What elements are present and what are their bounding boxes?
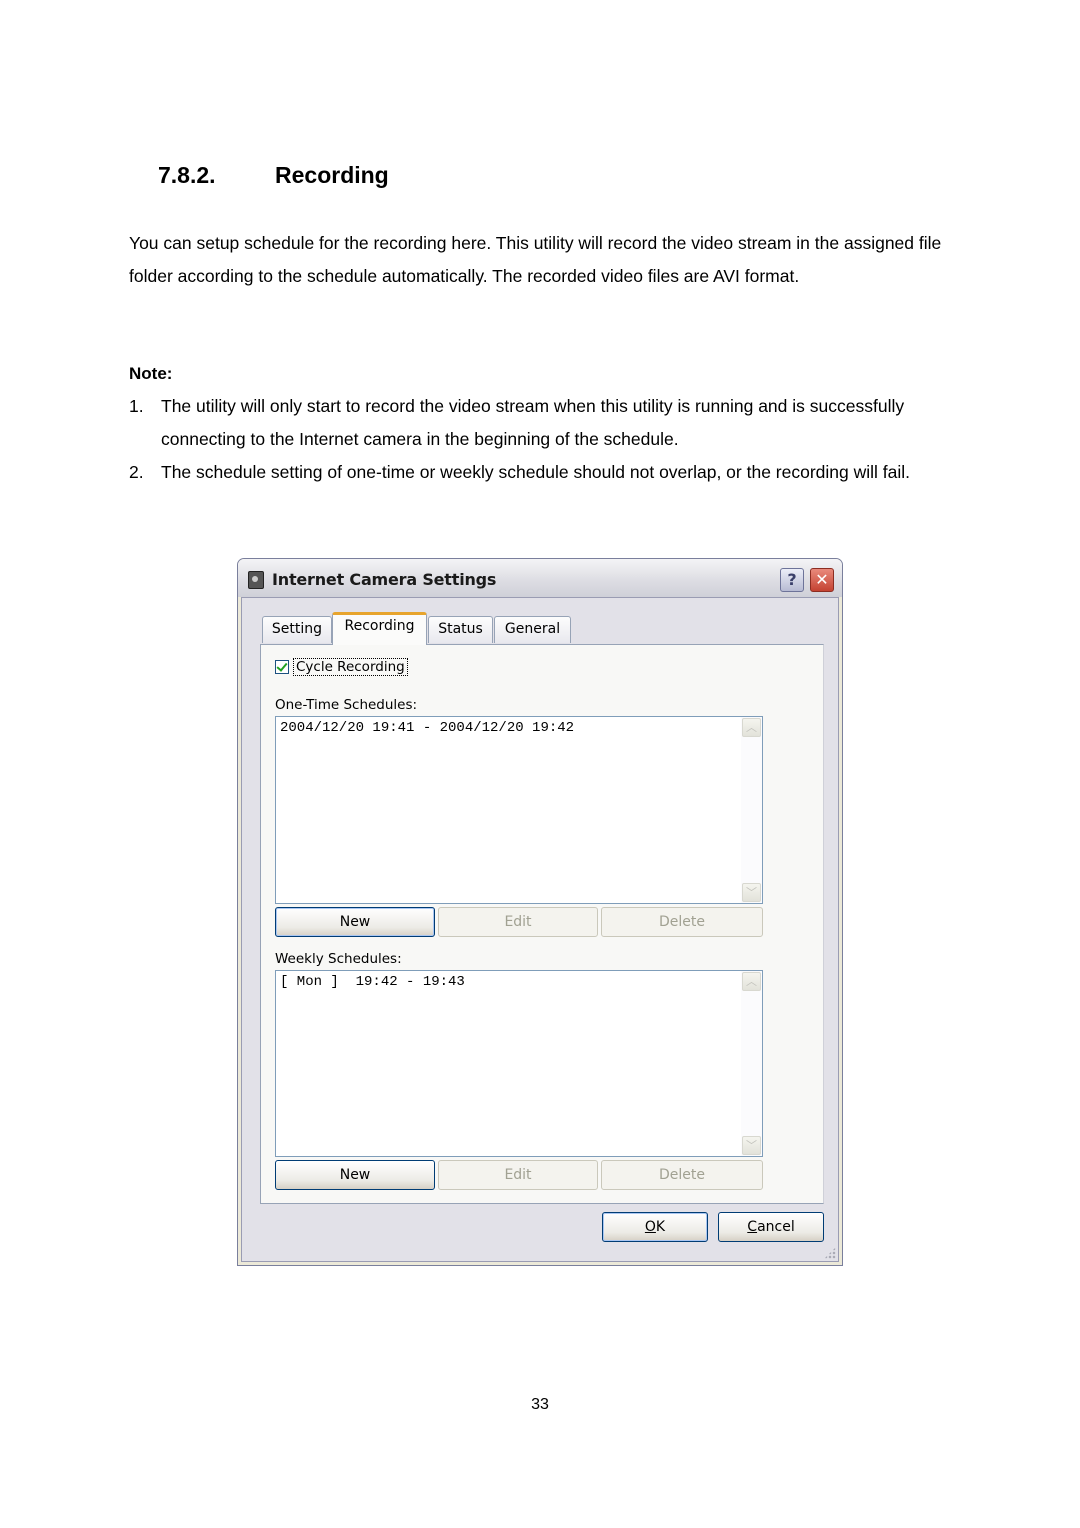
section-number: 7.8.2. xyxy=(158,162,216,188)
scroll-up-button[interactable]: ︿ xyxy=(742,972,761,991)
internet-camera-settings-dialog: Internet Camera Settings ? ✕ Setting Rec… xyxy=(237,558,843,1266)
cancel-label-rest: ancel xyxy=(757,1219,795,1235)
scroll-down-button[interactable]: ﹀ xyxy=(742,883,761,902)
scroll-up-button[interactable]: ︿ xyxy=(742,718,761,737)
note-text: The utility will only start to record th… xyxy=(161,396,905,449)
tab-recording[interactable]: Recording xyxy=(332,612,427,645)
ok-mnemonic: O xyxy=(644,1219,656,1235)
one-time-scrollbar[interactable]: ︿ ﹀ xyxy=(741,717,762,903)
note-index: 1. xyxy=(129,396,144,416)
weekly-scrollbar[interactable]: ︿ ﹀ xyxy=(741,971,762,1156)
one-time-new-button[interactable]: New xyxy=(275,907,435,937)
resize-grip[interactable] xyxy=(824,1247,836,1259)
weekly-delete-button[interactable]: Delete xyxy=(601,1160,763,1190)
tab-general[interactable]: General xyxy=(494,616,571,643)
close-button[interactable]: ✕ xyxy=(810,568,834,592)
note-list: 1. The utility will only start to record … xyxy=(129,390,959,489)
cycle-recording-checkbox[interactable] xyxy=(275,660,289,674)
page-number: 33 xyxy=(531,1396,549,1413)
title-bar[interactable]: Internet Camera Settings ? ✕ xyxy=(238,559,842,597)
note-text: The schedule setting of one-time or week… xyxy=(161,462,911,482)
intro-paragraph: You can setup schedule for the recording… xyxy=(129,233,942,286)
cancel-mnemonic: C xyxy=(747,1219,758,1235)
one-time-schedules-label: One-Time Schedules: xyxy=(275,697,418,713)
cycle-recording-row: Cycle Recording xyxy=(275,658,408,676)
chevron-down-icon: ﹀ xyxy=(746,1139,757,1152)
note-index: 2. xyxy=(129,462,144,482)
weekly-schedules-list[interactable]: [ Mon ] 19:42 - 19:43 ︿ ﹀ xyxy=(275,970,763,1157)
section-heading: 7.8.2. Recording xyxy=(158,162,389,189)
question-mark-icon: ? xyxy=(787,570,797,589)
ok-button[interactable]: OK xyxy=(602,1212,708,1242)
one-time-delete-button[interactable]: Delete xyxy=(601,907,763,937)
chevron-up-icon: ︿ xyxy=(746,975,757,988)
tab-setting[interactable]: Setting xyxy=(262,616,332,643)
recording-tab-panel: Cycle Recording One-Time Schedules: 2004… xyxy=(260,644,824,1204)
camera-app-icon xyxy=(248,571,264,589)
help-button[interactable]: ? xyxy=(780,568,804,592)
scroll-down-button[interactable]: ﹀ xyxy=(742,1136,761,1155)
list-item[interactable]: [ Mon ] 19:42 - 19:43 xyxy=(280,974,465,990)
note-item: 2. The schedule setting of one-time or we… xyxy=(129,456,959,489)
weekly-schedules-label: Weekly Schedules: xyxy=(275,951,402,967)
tab-status[interactable]: Status xyxy=(428,616,493,643)
one-time-edit-button[interactable]: Edit xyxy=(438,907,598,937)
weekly-edit-button[interactable]: Edit xyxy=(438,1160,598,1190)
cancel-button[interactable]: Cancel xyxy=(718,1212,824,1242)
chevron-down-icon: ﹀ xyxy=(746,886,757,899)
section-title: Recording xyxy=(275,162,389,188)
weekly-new-button[interactable]: New xyxy=(275,1160,435,1190)
note-item: 1. The utility will only start to record … xyxy=(129,390,959,456)
ok-label-rest: K xyxy=(655,1219,666,1235)
chevron-up-icon: ︿ xyxy=(746,721,757,734)
dialog-title: Internet Camera Settings xyxy=(272,570,497,589)
note-label: Note: xyxy=(129,364,173,383)
close-icon: ✕ xyxy=(815,570,829,589)
dialog-client-area: Setting Recording Status General Cycle R… xyxy=(241,597,839,1262)
cycle-recording-label[interactable]: Cycle Recording xyxy=(293,658,408,676)
one-time-schedules-list[interactable]: 2004/12/20 19:41 - 2004/12/20 19:42 ︿ ﹀ xyxy=(275,716,763,904)
list-item[interactable]: 2004/12/20 19:41 - 2004/12/20 19:42 xyxy=(280,720,574,736)
